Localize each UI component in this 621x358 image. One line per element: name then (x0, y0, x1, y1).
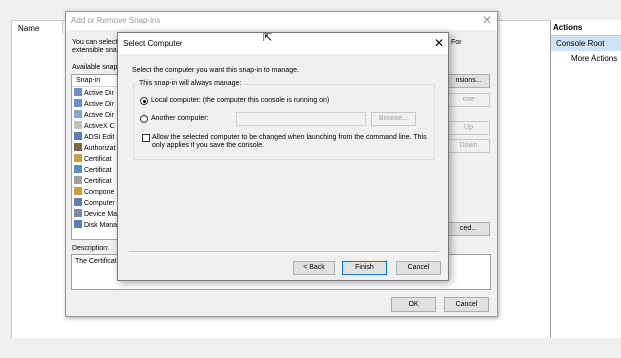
another-computer-input[interactable] (236, 112, 366, 126)
snapin-icon (74, 220, 82, 228)
snapin-label: Active Dir (84, 112, 114, 119)
snapin-icon (74, 209, 82, 217)
select-computer-title: Select Computer (123, 39, 183, 48)
back-button[interactable]: < Back (293, 261, 335, 275)
snapin-label: Active Dir (84, 90, 114, 97)
snapin-list-item[interactable]: Authorizat (74, 143, 118, 154)
move-down-button[interactable]: Down (447, 139, 490, 153)
snapin-list-item[interactable]: Compone (74, 187, 118, 198)
snapin-label: Certificat (84, 167, 112, 174)
snapin-list-item[interactable]: Certificat (74, 176, 118, 187)
snapin-list-item[interactable]: Disk Mana (74, 220, 118, 231)
manage-groupbox-label: This snap-in will always manage: (137, 80, 244, 87)
snapin-label: Device Ma (84, 211, 118, 218)
add-remove-description-right: For (451, 39, 462, 46)
another-computer-label[interactable]: Another computer: (151, 115, 209, 122)
ok-button[interactable]: OK (391, 297, 436, 312)
snapin-icon (74, 176, 82, 184)
remove-button[interactable]: ove (447, 93, 490, 107)
select-computer-separator (129, 251, 439, 252)
column-separator[interactable] (62, 20, 63, 34)
mmc-left-pane (0, 20, 12, 338)
snapin-label: Certificat (84, 156, 112, 163)
allow-change-label-line2[interactable]: only applies if you save the console. (152, 142, 264, 149)
snapin-icon (74, 132, 82, 140)
snapin-icon (74, 99, 82, 107)
add-remove-description-line1: You can select (72, 39, 118, 46)
cancel-button[interactable]: Cancel (396, 261, 441, 275)
snapin-label: ADSI Edit (84, 134, 115, 141)
edit-extensions-button[interactable]: nsions... (447, 74, 490, 88)
close-icon[interactable]: ✕ (482, 13, 492, 27)
local-computer-label[interactable]: Local computer: (the computer this conso… (151, 97, 329, 104)
move-up-button[interactable]: Up (447, 121, 490, 135)
column-header-name[interactable]: Name (18, 24, 39, 33)
select-computer-prompt: Select the computer you want this snap-i… (132, 67, 299, 74)
snapin-list-item[interactable]: ActiveX C (74, 121, 118, 132)
snapin-icon (74, 110, 82, 118)
more-actions-link[interactable]: More Actions (571, 54, 617, 63)
advanced-button[interactable]: ced... (447, 222, 490, 236)
snapin-list-item[interactable]: Active Dir (74, 99, 118, 110)
snapin-label: Active Dir (84, 101, 114, 108)
snapin-label: Compone (84, 189, 115, 196)
cancel-button[interactable]: Cancel (444, 297, 489, 312)
add-remove-description-line2: extensible snap (72, 47, 121, 54)
another-computer-radio[interactable] (140, 115, 148, 123)
allow-change-label-line1[interactable]: Allow the selected computer to be change… (152, 134, 427, 141)
snapin-icon (74, 143, 82, 151)
snapin-label: Computer (84, 200, 115, 207)
snapin-icon (74, 88, 82, 96)
mmc-status-area (0, 338, 621, 358)
snapin-label: ActiveX C (84, 123, 115, 130)
snapin-icon (74, 198, 82, 206)
description-label: Description: (72, 245, 109, 252)
close-icon[interactable]: ✕ (434, 36, 444, 50)
snapin-icon (74, 121, 82, 129)
snapin-column-header: Snap-in (76, 77, 101, 84)
console-root-label: Console Root (556, 39, 605, 48)
snapin-label: Authorizat (84, 145, 116, 152)
snapin-list-item[interactable]: Active Dir (74, 88, 118, 99)
allow-change-checkbox[interactable] (142, 134, 150, 142)
snapin-list-item[interactable]: ADSI Edit (74, 132, 118, 143)
finish-button[interactable]: Finish (342, 261, 387, 275)
description-text: The Certificat (75, 258, 117, 265)
snapin-label: Certificat (84, 178, 112, 185)
snapin-icon (74, 187, 82, 195)
actions-title: Actions (553, 23, 583, 32)
browse-button[interactable]: Browse... (371, 112, 416, 126)
snapin-icon (74, 165, 82, 173)
snapin-list-item[interactable]: Certificat (74, 165, 118, 176)
snapin-label: Disk Mana (84, 222, 118, 229)
add-remove-title: Add or Remove Snap-ins (71, 16, 161, 25)
snapin-list-item[interactable]: Computer (74, 198, 118, 209)
local-computer-radio[interactable] (140, 97, 148, 105)
actions-pane (550, 20, 621, 338)
available-snapins-label: Available snap (72, 64, 118, 71)
snapin-list-item[interactable]: Active Dir (74, 110, 118, 121)
snapin-list-item[interactable]: Device Ma (74, 209, 118, 220)
snapin-icon (74, 154, 82, 162)
mouse-cursor-icon: ⇱ (263, 32, 273, 44)
snapin-list-item[interactable]: Certificat (74, 154, 118, 165)
